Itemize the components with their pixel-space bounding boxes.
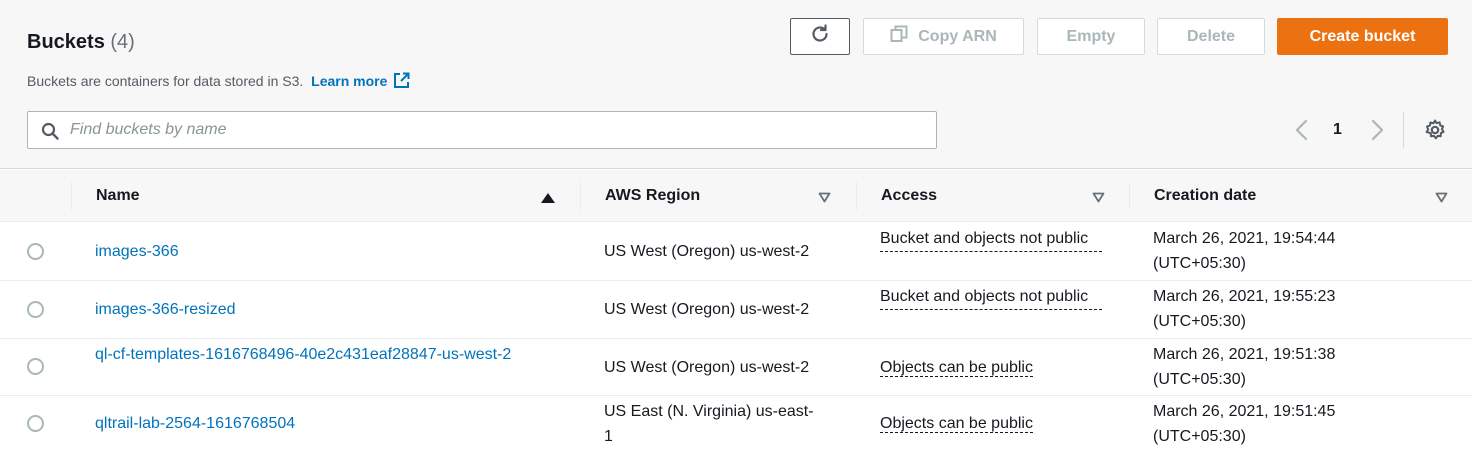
learn-more-link[interactable]: Learn more: [311, 72, 410, 92]
page-title-text: Buckets: [27, 31, 105, 53]
delete-label: Delete: [1186, 27, 1236, 45]
copy-icon: [890, 25, 918, 48]
column-divider: [1129, 182, 1130, 210]
creation-timezone: (UTC+05:30): [1153, 255, 1246, 272]
row-radio[interactable]: [27, 243, 44, 260]
pager-divider: [1403, 112, 1404, 148]
bucket-access: Bucket and objects not public: [880, 284, 1110, 310]
bucket-name-link[interactable]: images-366-resized: [95, 297, 236, 322]
bucket-access: Objects can be public: [880, 411, 1033, 436]
bucket-name[interactable]: qltrail-lab-2564-1616768504: [95, 415, 295, 432]
bucket-access: Objects can be public: [880, 355, 1033, 380]
bucket-creation-date: March 26, 2021, 19:51:45 (UTC+05:30): [1153, 399, 1453, 449]
sort-down-icon[interactable]: [1092, 190, 1105, 208]
refresh-icon: [809, 23, 831, 50]
sort-down-icon[interactable]: [1435, 190, 1448, 208]
empty-label: Empty: [1066, 27, 1116, 45]
bucket-name-link[interactable]: qltrail-lab-2564-1616768504: [95, 411, 295, 436]
access-text: Objects can be public: [880, 359, 1033, 377]
row-radio[interactable]: [27, 415, 44, 432]
access-text: Objects can be public: [880, 415, 1033, 433]
bucket-name[interactable]: images-366: [95, 243, 179, 260]
column-divider: [71, 182, 72, 210]
bucket-access: Bucket and objects not public: [880, 226, 1110, 252]
bucket-creation-date: March 26, 2021, 19:54:44 (UTC+05:30): [1153, 226, 1453, 276]
access-text: Bucket and objects not public: [880, 284, 1102, 310]
bucket-region: US East (N. Virginia) us-east-1: [604, 403, 814, 445]
column-header-region[interactable]: AWS Region: [605, 187, 700, 205]
column-divider: [856, 182, 857, 210]
creation-date: March 26, 2021, 19:51:45: [1153, 403, 1336, 420]
table-row[interactable]: qltrail-lab-2564-1616768504 US East (N. …: [0, 396, 1472, 453]
table-row[interactable]: ql-cf-templates-1616768496-40e2c431eaf28…: [0, 339, 1472, 396]
copy-arn-button[interactable]: Copy ARN: [863, 18, 1024, 55]
create-bucket-button[interactable]: Create bucket: [1277, 18, 1448, 55]
empty-button[interactable]: Empty: [1037, 18, 1145, 55]
sort-ascending-icon[interactable]: [541, 190, 555, 208]
bucket-name-link[interactable]: images-366: [95, 239, 179, 264]
search-box: [27, 111, 937, 149]
bucket-creation-date: March 26, 2021, 19:55:23 (UTC+05:30): [1153, 284, 1453, 334]
refresh-button[interactable]: [790, 18, 850, 55]
creation-timezone: (UTC+05:30): [1153, 313, 1246, 330]
search-icon: [41, 122, 59, 145]
next-page-icon[interactable]: [1367, 119, 1387, 146]
delete-button[interactable]: Delete: [1157, 18, 1265, 55]
page-title: Buckets (4): [27, 31, 135, 54]
table-row[interactable]: images-366-resized US West (Oregon) us-w…: [0, 281, 1472, 339]
create-bucket-label: Create bucket: [1309, 27, 1416, 45]
buckets-header: Buckets (4) Buckets are containers for d…: [0, 0, 1472, 169]
creation-date: March 26, 2021, 19:55:23: [1153, 288, 1336, 305]
description-text: Buckets are containers for data stored i…: [27, 73, 304, 89]
learn-more-label: Learn more: [311, 73, 388, 89]
copy-arn-label: Copy ARN: [918, 27, 997, 45]
table-header: Name AWS Region Access Creation date: [0, 170, 1472, 222]
table-row[interactable]: images-366 US West (Oregon) us-west-2 Bu…: [0, 223, 1472, 281]
page-description: Buckets are containers for data stored i…: [27, 72, 410, 92]
bucket-region: US West (Oregon) us-west-2: [604, 301, 810, 318]
creation-timezone: (UTC+05:30): [1153, 371, 1246, 388]
settings-gear-icon[interactable]: [1424, 119, 1446, 146]
external-link-icon: [393, 72, 410, 92]
column-divider: [580, 182, 581, 210]
column-header-name[interactable]: Name: [96, 187, 140, 205]
row-radio[interactable]: [27, 301, 44, 318]
bucket-creation-date: March 26, 2021, 19:51:38 (UTC+05:30): [1153, 342, 1453, 392]
row-radio[interactable]: [27, 358, 44, 375]
sort-down-icon[interactable]: [818, 190, 831, 208]
previous-page-icon[interactable]: [1292, 119, 1312, 146]
column-header-access[interactable]: Access: [881, 187, 937, 205]
creation-date: March 26, 2021, 19:54:44: [1153, 230, 1336, 247]
column-header-creation-date[interactable]: Creation date: [1154, 187, 1256, 205]
bucket-name[interactable]: ql-cf-templates-1616768496-40e2c431eaf28…: [95, 346, 511, 363]
bucket-region: US West (Oregon) us-west-2: [604, 359, 810, 376]
search-input[interactable]: [70, 112, 920, 148]
bucket-name-link[interactable]: ql-cf-templates-1616768496-40e2c431eaf28…: [95, 342, 535, 367]
access-text: Bucket and objects not public: [880, 226, 1102, 252]
current-page-number[interactable]: 1: [1333, 121, 1342, 139]
bucket-name[interactable]: images-366-resized: [95, 301, 236, 318]
bucket-region: US West (Oregon) us-west-2: [604, 243, 810, 260]
creation-date: March 26, 2021, 19:51:38: [1153, 346, 1336, 363]
creation-timezone: (UTC+05:30): [1153, 428, 1246, 445]
bucket-count: (4): [110, 31, 135, 53]
